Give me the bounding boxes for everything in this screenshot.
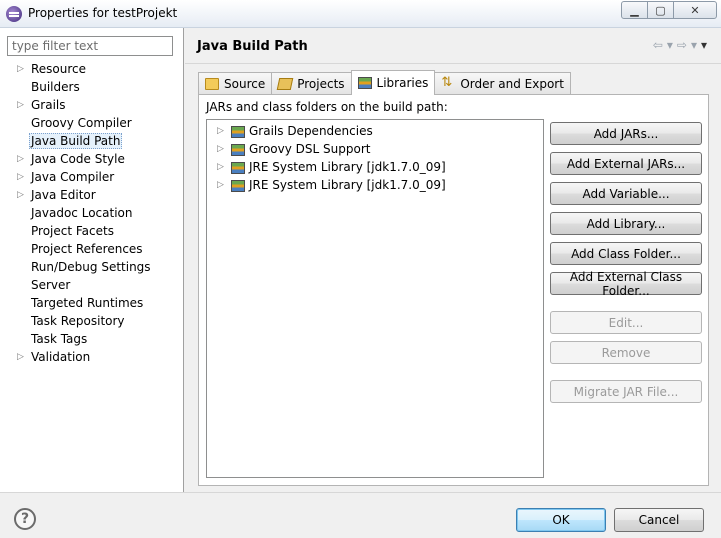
library-jar-icon: [231, 126, 245, 138]
tree-item-targeted-runtimes[interactable]: Targeted Runtimes: [0, 295, 184, 313]
ok-button[interactable]: OK: [516, 508, 606, 532]
eclipse-icon: [6, 6, 22, 22]
maximize-icon: ▢: [655, 3, 666, 17]
properties-page: Java Build Path ⇦ ▾ ⇨ ▾ ▾ Source Project…: [185, 28, 721, 492]
expand-arrow-icon[interactable]: ▷: [17, 187, 27, 204]
expand-arrow-icon[interactable]: ▷: [17, 97, 27, 114]
tree-item-resource[interactable]: ▷ Resource: [0, 61, 184, 79]
tab-order-and-export[interactable]: Order and Export: [434, 72, 571, 94]
libraries-caption: JARs and class folders on the build path…: [206, 100, 448, 114]
library-jar-icon: [231, 162, 245, 174]
tree-item-server[interactable]: Server: [0, 277, 184, 295]
build-path-tabs: Source Projects Libraries Order and Expo…: [198, 70, 571, 95]
library-item[interactable]: ▷ JRE System Library [jdk1.7.0_09]: [207, 159, 543, 177]
library-jar-icon: [231, 180, 245, 192]
projects-icon: [276, 77, 294, 90]
add-class-folder-button[interactable]: Add Class Folder...: [550, 242, 702, 265]
expand-arrow-icon[interactable]: ▷: [217, 177, 224, 194]
back-menu-chevron-icon[interactable]: ▾: [667, 38, 673, 52]
library-jar-icon: [231, 144, 245, 156]
properties-nav-pane: ▷Resource Builders ▷Grails Groovy Compil…: [0, 28, 184, 492]
add-variable-button[interactable]: Add Variable...: [550, 182, 702, 205]
back-arrow-icon[interactable]: ⇦: [653, 38, 663, 52]
maximize-button[interactable]: ▢: [647, 1, 674, 19]
library-item[interactable]: ▷ Groovy DSL Support: [207, 141, 543, 159]
library-item[interactable]: ▷ JRE System Library [jdk1.7.0_09]: [207, 177, 543, 195]
expand-arrow-icon[interactable]: ▷: [17, 151, 27, 168]
tab-projects[interactable]: Projects: [271, 72, 352, 94]
page-navigation: ⇦ ▾ ⇨ ▾ ▾: [653, 38, 707, 52]
window-title: Properties for testProjekt: [28, 6, 178, 20]
migrate-jar-file-button[interactable]: Migrate JAR File...: [550, 380, 702, 403]
tree-item-java-editor[interactable]: ▷ Java Editor: [0, 187, 184, 205]
properties-tree: ▷ Resource Builders ▷ Grails Groovy Compil…: [0, 61, 184, 367]
tree-item-groovy-compiler[interactable]: Groovy Compiler: [0, 115, 184, 133]
cancel-button[interactable]: Cancel: [614, 508, 704, 532]
tree-item-grails[interactable]: ▷ Grails: [0, 97, 184, 115]
add-jars-button[interactable]: Add JARs...: [550, 122, 702, 145]
tree-item-run-debug-settings[interactable]: Run/Debug Settings: [0, 259, 184, 277]
tree-item-project-references[interactable]: Project References: [0, 241, 184, 259]
footer-divider: [0, 492, 721, 493]
library-item[interactable]: ▷ Grails Dependencies: [207, 123, 543, 141]
tree-item-java-build-path[interactable]: Java Build Path: [0, 133, 184, 151]
filter-input[interactable]: [7, 36, 173, 56]
expand-arrow-icon[interactable]: ▷: [17, 61, 27, 78]
forward-menu-chevron-icon[interactable]: ▾: [691, 38, 697, 52]
page-title: Java Build Path: [197, 39, 308, 54]
expand-arrow-icon[interactable]: ▷: [17, 169, 27, 186]
order-export-icon: [441, 75, 455, 90]
tree-item-javadoc-location[interactable]: Javadoc Location: [0, 205, 184, 223]
libraries-tab-panel: JARs and class folders on the build path…: [198, 94, 709, 486]
libraries-icon: [357, 77, 372, 89]
title-bar: Properties for testProjekt ▁ ▢ ✕: [0, 0, 721, 28]
add-external-jars-button[interactable]: Add External JARs...: [550, 152, 702, 175]
expand-arrow-icon[interactable]: ▷: [17, 349, 27, 366]
tree-item-task-tags[interactable]: Task Tags: [0, 331, 184, 349]
tab-source[interactable]: Source: [198, 72, 273, 94]
expand-arrow-icon[interactable]: ▷: [217, 123, 224, 140]
add-library-button[interactable]: Add Library...: [550, 212, 702, 235]
libraries-list[interactable]: ▷ Grails Dependencies ▷ Groovy DSL Support…: [206, 119, 544, 478]
view-menu-icon[interactable]: ▾: [701, 38, 707, 52]
tree-item-project-facets[interactable]: Project Facets: [0, 223, 184, 241]
tree-item-java-compiler[interactable]: ▷ Java Compiler: [0, 169, 184, 187]
tree-item-builders[interactable]: Builders: [0, 79, 184, 97]
expand-arrow-icon[interactable]: ▷: [217, 141, 224, 158]
tree-item-java-code-style[interactable]: ▷ Java Code Style: [0, 151, 184, 169]
minimize-icon: ▁: [630, 3, 639, 17]
remove-button[interactable]: Remove: [550, 341, 702, 364]
tab-libraries[interactable]: Libraries: [350, 70, 436, 95]
forward-arrow-icon[interactable]: ⇨: [677, 38, 687, 52]
window-controls: ▁ ▢ ✕: [621, 1, 717, 19]
edit-button[interactable]: Edit...: [550, 311, 702, 334]
tree-item-validation[interactable]: ▷ Validation: [0, 349, 184, 367]
add-external-class-folder-button[interactable]: Add External Class Folder...: [550, 270, 702, 298]
close-icon: ✕: [690, 3, 700, 17]
header-divider: [185, 63, 721, 64]
close-button[interactable]: ✕: [673, 1, 717, 19]
tree-item-task-repository[interactable]: Task Repository: [0, 313, 184, 331]
help-icon[interactable]: ?: [14, 508, 36, 530]
expand-arrow-icon[interactable]: ▷: [217, 159, 224, 176]
source-folder-icon: [205, 77, 219, 90]
minimize-button[interactable]: ▁: [621, 1, 648, 19]
